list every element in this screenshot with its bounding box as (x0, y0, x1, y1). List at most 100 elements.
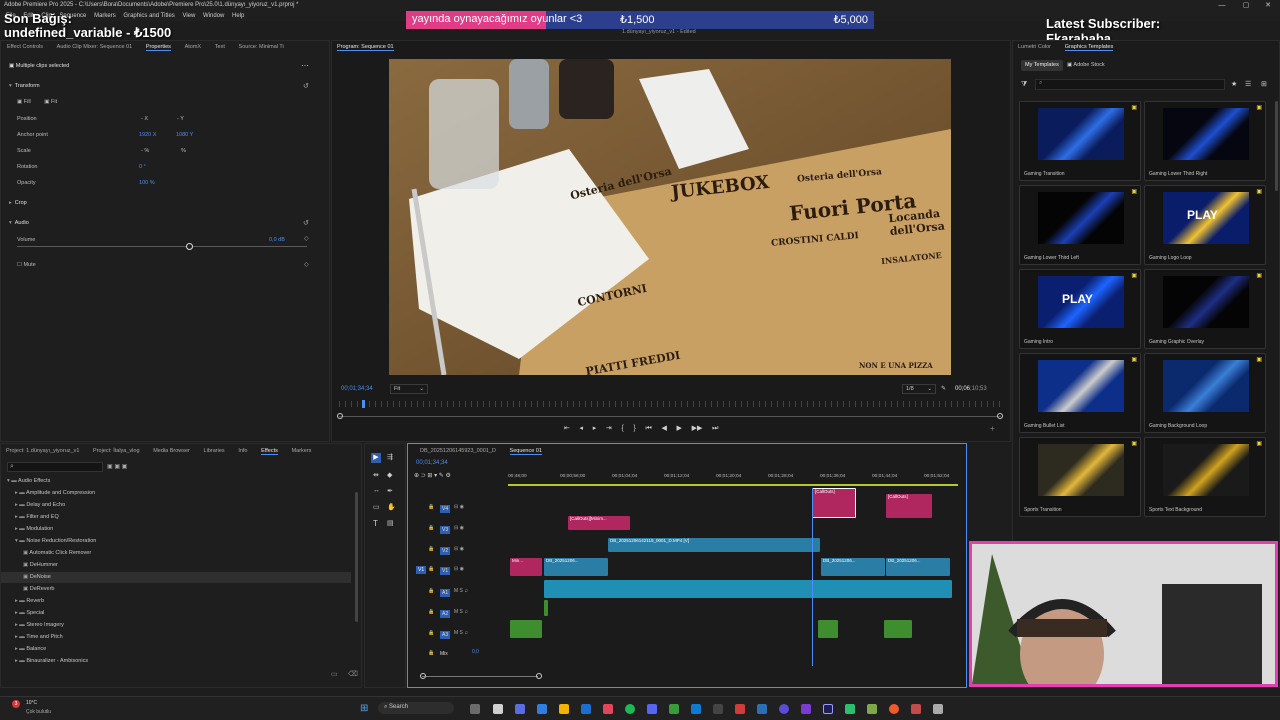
teams-icon[interactable] (515, 704, 525, 714)
mute-row[interactable]: ☐ Mute (17, 262, 36, 268)
volume-value[interactable]: 0,0 dB (269, 237, 285, 243)
track-label[interactable]: Mix (440, 651, 448, 657)
brave-icon[interactable] (603, 704, 613, 714)
timeline-zoom-bar[interactable] (422, 676, 538, 677)
step-forward-icon[interactable]: ▸ (593, 424, 597, 432)
position-x[interactable]: - X (141, 116, 148, 122)
type-tool-icon[interactable]: T (373, 519, 378, 528)
close-button[interactable]: ✕ (1258, 0, 1278, 11)
audio-clip-a2[interactable] (544, 600, 548, 616)
app-icon[interactable] (867, 704, 877, 714)
resolution-dropdown[interactable]: 1/8 ⌄ (902, 384, 936, 394)
tab-source[interactable]: Source: Minimal Ti (239, 44, 284, 50)
track-label[interactable]: V4 (440, 505, 451, 513)
source-patch-v1[interactable]: V1 (416, 566, 427, 574)
track-header-v3[interactable]: 🔒 V3 ⊟ ◉ (408, 523, 508, 537)
tab-program[interactable]: Program: Sequence 01 (337, 44, 394, 51)
timeline-playhead[interactable] (812, 488, 813, 666)
audio-clip-a3[interactable] (510, 620, 542, 638)
lock-icon[interactable]: 🔒 (428, 630, 434, 636)
fill-icon[interactable]: ▣ (17, 99, 24, 105)
work-area-bar[interactable] (508, 484, 958, 486)
zoom-handle-right[interactable] (997, 413, 1003, 419)
folder-icon[interactable] (559, 704, 569, 714)
chrome-icon[interactable] (889, 704, 899, 714)
tab-my-templates[interactable]: My Templates (1021, 60, 1063, 71)
video-clip-v1[interactable]: Min... (510, 558, 542, 576)
task-view-icon[interactable] (470, 704, 480, 714)
tab-info[interactable]: Info (238, 448, 247, 454)
zoom-scroll-bar[interactable] (339, 416, 1001, 417)
effects-tree-item[interactable]: ▣ DeHummer (1, 560, 351, 571)
effects-tree-item[interactable]: ▾ ▬ Noise Reduction/Restoration (1, 536, 351, 547)
track-label[interactable]: A3 (440, 631, 451, 639)
go-to-out-icon[interactable]: ⏭ (712, 425, 718, 433)
filter-icon[interactable]: ⧩ (1021, 81, 1027, 89)
spotify-icon[interactable] (625, 704, 635, 714)
lock-icon[interactable]: 🔒 (428, 566, 434, 572)
tab-effects[interactable]: Effects (261, 448, 278, 455)
go-out-icon[interactable]: ⇥ (606, 424, 612, 432)
app-icon[interactable] (713, 704, 723, 714)
rotation-value[interactable]: 0 ° (139, 164, 146, 170)
tab-text[interactable]: Text (215, 44, 225, 50)
anchor-x[interactable]: 1920 X (139, 132, 156, 138)
video-clip-v1[interactable]: DB_20251206... (821, 558, 885, 576)
slip-tool-icon[interactable]: ↔ (373, 487, 380, 494)
tab-sequence-db[interactable]: DB_20251206145923_0001_D (420, 448, 496, 454)
tab-markers[interactable]: Markers (292, 448, 312, 454)
file-explorer-icon[interactable] (493, 704, 503, 714)
callout-clip[interactable]: [CallOuts] (812, 488, 856, 518)
track-label[interactable]: A1 (440, 589, 451, 597)
reset-audio-icon[interactable]: ↺ (303, 219, 309, 227)
mute-solo-icons[interactable]: M S ♫ (454, 609, 468, 615)
reset-icon[interactable]: ↺ (303, 82, 309, 90)
anchor-y[interactable]: 1080 Y (176, 132, 193, 138)
video-clip-v1[interactable]: DB_20251206... (886, 558, 950, 576)
mix-value[interactable]: 0,0 (472, 649, 479, 655)
toggle-output-icon[interactable]: ⊟ ◉ (454, 525, 464, 531)
menu-help[interactable]: Help (232, 11, 244, 21)
mute-keyframe-icon[interactable]: ◇ (304, 261, 309, 268)
toggle-output-icon[interactable]: ⊟ ◉ (454, 504, 464, 510)
tab-libraries[interactable]: Libraries (204, 448, 225, 454)
tab-lumetri[interactable]: Lumetri Color (1018, 44, 1051, 50)
template-card[interactable]: ▣ Gaming Background Loop (1144, 353, 1266, 433)
template-card[interactable]: ▣ Sports Transition (1019, 437, 1141, 517)
minimize-button[interactable]: — (1212, 0, 1232, 11)
mute-solo-icons[interactable]: M S ♫ (454, 630, 468, 636)
track-header-a2[interactable]: 🔒 A2 M S ♫ (408, 607, 508, 621)
vscode-icon[interactable] (691, 704, 701, 714)
template-card[interactable]: ▣ Gaming Transition (1019, 101, 1141, 181)
effects-tree-item[interactable]: ▾ ▬ Audio Effects (1, 476, 351, 487)
track-header-v2[interactable]: 🔒 V2 ⊟ ◉ (408, 544, 508, 558)
track-select-icon[interactable]: ⇶ (387, 453, 393, 461)
crop-section[interactable]: ▸ Crop (9, 200, 27, 206)
hand-tool-icon[interactable]: ✋ (387, 503, 396, 511)
step-back-frame-icon[interactable]: ◀ (661, 424, 666, 432)
template-card[interactable]: PLAY ▣ Gaming Logo Loop (1144, 185, 1266, 265)
effects-tree-item[interactable]: ▸ ▬ Time and Pitch (1, 632, 351, 643)
ripple-edit-icon[interactable]: ⇹ (373, 471, 379, 479)
track-label[interactable]: V2 (440, 547, 451, 555)
audio-clip-a1[interactable] (544, 580, 952, 598)
scale-value[interactable]: - % (141, 148, 149, 154)
tab-adobe-stock[interactable]: ▣ Adobe Stock (1067, 62, 1105, 68)
timeline-clips-area[interactable]: [CallOuts] [CallOuts] [CallOuts][Minim..… (508, 488, 953, 666)
weather-temp[interactable]: 10°C (26, 700, 37, 706)
zoom-handle-left[interactable] (337, 413, 343, 419)
taskbar-search[interactable]: ⌕ Search (378, 702, 454, 714)
rectangle-tool-icon[interactable]: ▭ (373, 503, 380, 511)
volume-slider-track[interactable] (17, 246, 307, 247)
tab-properties[interactable]: Properties (145, 44, 171, 51)
grid-view-icon[interactable]: ⊞ (1261, 80, 1267, 88)
effects-tree-item[interactable]: ▸ ▬ Reverb (1, 596, 351, 607)
panel-menu-icon[interactable]: ⋯ (301, 61, 309, 70)
track-label[interactable]: V3 (440, 526, 451, 534)
audio-section[interactable]: ▾ Audio (9, 220, 29, 226)
delete-icon[interactable]: ⌫ (348, 670, 358, 678)
fit-dropdown[interactable]: Fit ⌄ (390, 384, 428, 394)
obs-icon[interactable] (779, 704, 789, 714)
lock-icon[interactable]: 🔒 (428, 588, 434, 594)
track-header-v1[interactable]: 🔒 V1 ⊟ ◉ V1 (408, 564, 508, 578)
